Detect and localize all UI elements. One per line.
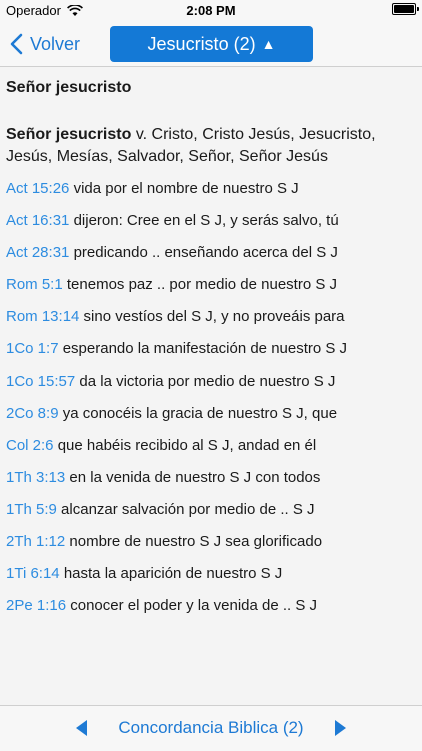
reference-row: Rom 13:14 sino vestíos del S J, y no pro…: [6, 307, 418, 339]
reference-row: Act 16:31 dijeron: Cree en el S J, y ser…: [6, 211, 418, 243]
reference-text: hasta la aparición de nuestro S J: [63, 565, 283, 583]
reference-link[interactable]: 2Pe 1:16: [6, 597, 66, 614]
status-time: 2:08 PM: [186, 3, 236, 18]
battery-icon: [392, 3, 419, 15]
reference-text: vida por el nombre de nuestro S J: [73, 180, 299, 197]
reference-row: 2Co 8:9 ya conocéis la gracia de nuestro…: [6, 404, 418, 436]
reference-text: que habéis recibido al S J, andad en él: [57, 436, 317, 454]
title-dropdown-button[interactable]: Jesucristo (2) ▲: [110, 26, 313, 62]
previous-arrow-icon[interactable]: [72, 718, 92, 738]
reference-text: predicando .. enseñando acerca del S J: [73, 244, 338, 262]
reference-text: alcanzar salvación por medio de .. S J: [61, 500, 315, 518]
reference-text: ya conocéis la gracia de nuestro S J, qu…: [62, 404, 338, 422]
concordance-button[interactable]: Concordancia Biblica (2): [100, 718, 322, 738]
reference-text: nombre de nuestro S J sea glorificado: [69, 533, 323, 551]
reference-text: dijeron: Cree en el S J, y serás salvo, …: [73, 212, 339, 230]
reference-text: da la victoria por medio de nuestro S J: [79, 372, 336, 390]
reference-link[interactable]: Act 28:31: [6, 244, 69, 261]
reference-row: Col 2:6 que habéis recibido al S J, anda…: [6, 436, 418, 468]
reference-text: sino vestíos del S J, y no proveáis para: [83, 308, 345, 326]
reference-link[interactable]: 2Th 1:12: [6, 533, 65, 550]
back-label: Volver: [30, 33, 81, 54]
reference-link[interactable]: Col 2:6: [6, 437, 54, 454]
reference-text: conocer el poder y la venida de .. S J: [70, 597, 318, 615]
reference-row: Act 15:26 vida por el nombre de nuestro …: [6, 179, 418, 211]
reference-text: tenemos paz .. por medio de nuestro S J: [66, 276, 338, 294]
back-button[interactable]: Volver: [8, 30, 80, 58]
caret-up-icon: ▲: [261, 36, 276, 52]
content-area: Señor jesucristo Señor jesucristo v. Cri…: [0, 67, 422, 705]
bottom-toolbar: Concordancia Biblica (2): [0, 705, 422, 751]
reference-text: en la venida de nuestro S J con todos: [69, 468, 321, 486]
reference-row: 2Pe 1:16 conocer el poder y la venida de…: [6, 596, 418, 628]
chevron-left-icon: [10, 33, 23, 55]
reference-row: 1Ti 6:14 hasta la aparición de nuestro S…: [6, 564, 418, 596]
reference-link[interactable]: 1Co 15:57: [6, 373, 75, 390]
reference-link[interactable]: 1Th 5:9: [6, 501, 57, 518]
reference-row: 1Co 1:7 esperando la manifestación de nu…: [6, 339, 418, 371]
reference-row: Rom 5:1 tenemos paz .. por medio de nues…: [6, 275, 418, 307]
reference-link[interactable]: 2Co 8:9: [6, 405, 59, 422]
entry-definition: Señor jesucristo v. Cristo, Cristo Jesús…: [6, 124, 416, 168]
reference-row: Act 28:31 predicando .. enseñando acerca…: [6, 243, 418, 275]
title-label: Jesucristo (2): [147, 33, 256, 54]
reference-link[interactable]: Act 15:26: [6, 180, 69, 197]
reference-text: esperando la manifestación de nuestro S …: [62, 340, 348, 358]
reference-link[interactable]: 1Co 1:7: [6, 340, 59, 357]
nav-bar: Volver Jesucristo (2) ▲: [0, 22, 422, 67]
status-right: [392, 3, 419, 15]
entry-heading: Señor jesucristo: [6, 79, 132, 96]
reference-link[interactable]: Rom 5:1: [6, 276, 63, 293]
reference-link[interactable]: Act 16:31: [6, 212, 69, 229]
reference-link[interactable]: Rom 13:14: [6, 308, 79, 325]
reference-link[interactable]: 1Th 3:13: [6, 469, 65, 486]
reference-row: 1Th 3:13 en la venida de nuestro S J con…: [6, 468, 418, 500]
status-bar: Operador 2:08 PM: [0, 0, 422, 22]
reference-list: Act 15:26 vida por el nombre de nuestro …: [6, 179, 418, 628]
reference-row: 1Th 5:9 alcanzar salvación por medio de …: [6, 500, 418, 532]
reference-link[interactable]: 1Ti 6:14: [6, 565, 60, 582]
next-arrow-icon[interactable]: [330, 718, 350, 738]
definition-term: Señor jesucristo: [6, 126, 132, 143]
reference-row: 1Co 15:57 da la victoria por medio de nu…: [6, 372, 418, 404]
reference-row: 2Th 1:12 nombre de nuestro S J sea glori…: [6, 532, 418, 564]
